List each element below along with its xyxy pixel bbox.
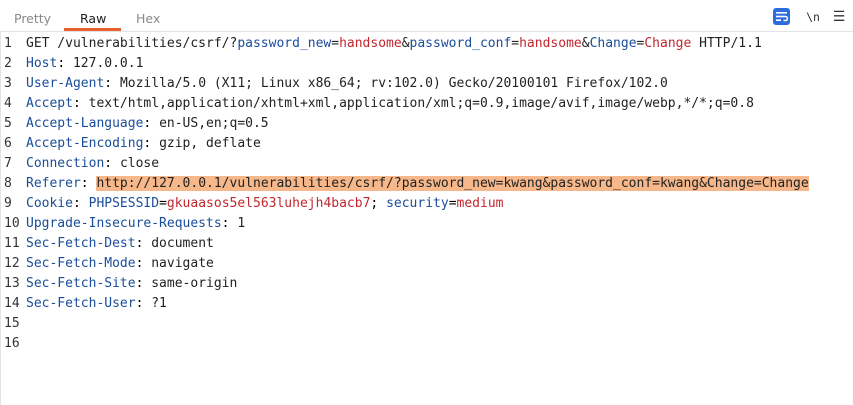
header-cookie: 9 Cookie: PHPSESSID=gkuaasos5el563luhejh4… (4, 196, 504, 211)
param-value: handsome (519, 36, 582, 51)
tab-hex[interactable]: Hex (136, 11, 160, 26)
cookie-value: gkuaasos5el563luhejh4bacb7 (166, 196, 371, 211)
header-host: 2 Host: 127.0.0.1 (4, 56, 144, 71)
request-line: 1 GET /vulnerabilities/csrf/?password_new… (4, 36, 762, 51)
param-name: Change (589, 36, 637, 51)
param-value: Change (644, 36, 692, 51)
cookie-value: medium (456, 196, 504, 211)
active-tab-indicator (64, 28, 121, 31)
header-user-agent: 3 User-Agent: Mozilla/5.0 (X11; Linux x86… (4, 76, 668, 91)
header-sec-fetch-dest: 11 Sec-Fetch-Dest: document (4, 236, 214, 251)
text-wrap-button[interactable] (773, 8, 790, 25)
header-sec-fetch-mode: 12 Sec-Fetch-Mode: navigate (4, 256, 214, 271)
header-sec-fetch-site: 13 Sec-Fetch-Site: same-origin (4, 276, 238, 291)
tab-pretty[interactable]: Pretty (14, 11, 51, 26)
show-newlines-button[interactable]: \n (803, 8, 823, 26)
empty-line: 15 (4, 316, 20, 331)
empty-line: 16 (4, 336, 20, 351)
text-wrap-icon (776, 12, 788, 22)
header-accept-encoding: 6 Accept-Encoding: gzip, deflate (4, 136, 261, 151)
editor-menu-button[interactable]: ☰ (829, 8, 849, 26)
header-accept: 4 Accept: text/html,application/xhtml+xml… (4, 96, 754, 111)
param-name: password_new (237, 36, 332, 51)
header-accept-language: 5 Accept-Language: en-US,en;q=0.5 (4, 116, 269, 131)
cookie-name: security (386, 196, 449, 211)
message-editor-tabbar: Pretty Raw Hex \n ☰ (0, 0, 853, 32)
tab-raw[interactable]: Raw (80, 11, 106, 26)
hamburger-menu-icon: ☰ (832, 9, 846, 25)
highlighted-referer-value[interactable]: http://127.0.0.1/vulnerabilities/csrf/?p… (96, 176, 809, 191)
param-value: handsome (339, 36, 402, 51)
header-upgrade-insecure-requests: 10 Upgrade-Insecure-Requests: 1 (4, 216, 246, 231)
header-referer: 8 Referer: http://127.0.0.1/vulnerabiliti… (4, 176, 809, 191)
cookie-name: PHPSESSID (88, 196, 160, 211)
raw-request-editor[interactable]: 1 GET /vulnerabilities/csrf/?password_new… (0, 32, 853, 405)
param-name: password_conf (409, 36, 512, 51)
header-sec-fetch-user: 14 Sec-Fetch-User: ?1 (4, 296, 167, 311)
header-connection: 7 Connection: close (4, 156, 160, 171)
